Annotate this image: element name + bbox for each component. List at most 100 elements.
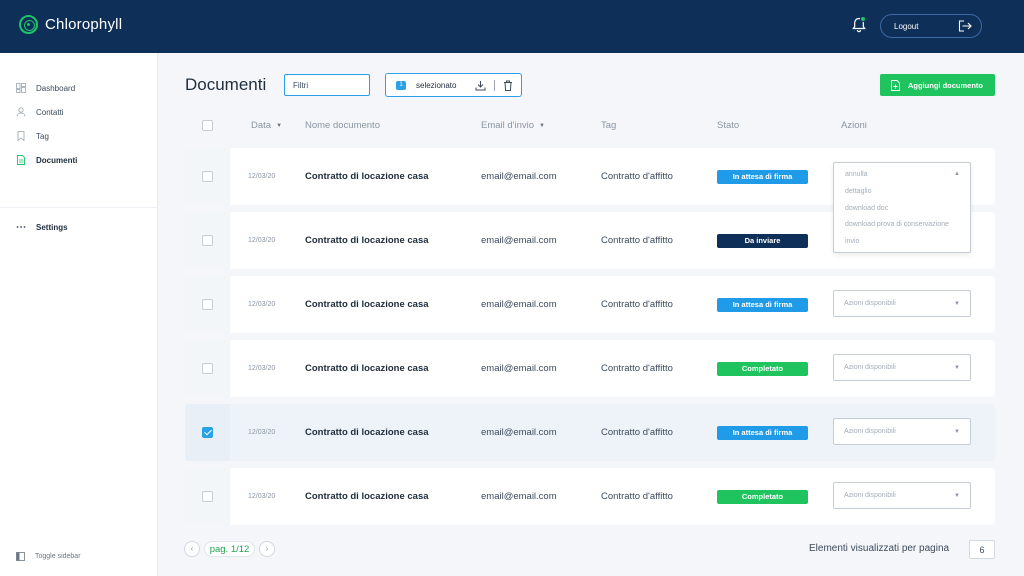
sidebar-item-documenti[interactable]: Documenti: [16, 153, 77, 167]
column-header-name: Nome documento: [305, 120, 380, 131]
row-tag: Contratto d'affitto: [601, 235, 673, 246]
table-row[interactable]: 12/03/20 Contratto di locazione casa email…: [185, 340, 995, 397]
row-email: email@email.com: [481, 235, 557, 246]
dropdown-item-download-doc[interactable]: download doc: [845, 205, 888, 212]
sidebar-item-contatti[interactable]: Contatti: [16, 105, 64, 119]
actions-select[interactable]: Azioni disponibili ▼: [833, 354, 971, 381]
sidebar-item-label: Dashboard: [36, 83, 76, 93]
row-checkbox[interactable]: [202, 427, 213, 438]
sidebar-item-tag[interactable]: Tag: [16, 129, 49, 143]
trash-icon[interactable]: [503, 80, 513, 91]
fingerprint-logo-icon: [19, 15, 38, 34]
row-date: 12/03/20: [248, 429, 276, 436]
selected-count-badge: 1: [396, 81, 406, 90]
filter-input[interactable]: [284, 74, 370, 96]
column-header-date[interactable]: Data ▼: [251, 120, 282, 131]
status-badge: In attesa di firma: [717, 170, 808, 184]
row-checkbox[interactable]: [202, 171, 213, 182]
sidebar-divider: [0, 207, 157, 208]
prev-page-button[interactable]: ‹: [184, 541, 200, 557]
sidebar-item-settings[interactable]: Settings: [16, 220, 68, 234]
dropdown-item-dettaglio[interactable]: dettaglio: [845, 188, 871, 195]
row-document-name[interactable]: Contratto di locazione casa: [305, 235, 429, 246]
row-date: 12/03/20: [248, 173, 276, 180]
sidebar: Dashboard Contatti Tag Documenti Setting…: [0, 53, 158, 576]
row-document-name[interactable]: Contratto di locazione casa: [305, 427, 429, 438]
table-row[interactable]: 12/03/20 Contratto di locazione casa email…: [185, 468, 995, 525]
dropdown-item-invio[interactable]: invio: [845, 238, 859, 245]
sidebar-item-label: Tag: [36, 131, 49, 141]
dropdown-item-download-proof[interactable]: download prova di conservazione: [845, 221, 949, 228]
table-row[interactable]: 12/03/20 Contratto di locazione casa email…: [185, 276, 995, 333]
row-checkbox[interactable]: [202, 235, 213, 246]
logout-button[interactable]: Logout: [880, 14, 982, 38]
column-header-label: Azioni: [841, 120, 867, 131]
actions-dropdown-menu: annulla ▲ dettaglio download doc downloa…: [833, 162, 971, 253]
sidebar-item-dashboard[interactable]: Dashboard: [16, 81, 75, 95]
status-badge: In attesa di firma: [717, 426, 808, 440]
pagination: ‹ pag. 1/12 ›: [184, 541, 275, 557]
document-icon: [17, 155, 25, 165]
row-checkbox[interactable]: [202, 299, 213, 310]
actions-select[interactable]: Azioni disponibili ▼: [833, 290, 971, 317]
row-date: 12/03/20: [248, 493, 276, 500]
notification-dot: [860, 16, 866, 22]
table-row[interactable]: 12/03/20 Contratto di locazione casa email…: [185, 404, 995, 461]
sort-down-icon: ▼: [539, 122, 545, 129]
chevron-down-icon: ▼: [954, 429, 960, 435]
row-date: 12/03/20: [248, 237, 276, 244]
row-document-name[interactable]: Contratto di locazione casa: [305, 171, 429, 182]
row-checkbox[interactable]: [202, 363, 213, 374]
toggle-sidebar-label: Toggle sidebar: [35, 553, 81, 560]
select-all-checkbox[interactable]: [202, 120, 213, 131]
next-page-button[interactable]: ›: [259, 541, 275, 557]
selection-toolbar: 1 selezionato: [385, 73, 522, 97]
row-tag: Contratto d'affitto: [601, 171, 673, 182]
per-page-input[interactable]: 6: [969, 540, 995, 559]
bookmark-icon: [17, 131, 25, 141]
column-header-status: Stato: [717, 120, 739, 131]
actions-select-label: Azioni disponibili: [844, 364, 896, 371]
column-header-label: Data: [251, 120, 272, 131]
column-header-email[interactable]: Email d'invio ▼: [481, 120, 545, 131]
row-checkbox[interactable]: [202, 491, 213, 502]
row-email: email@email.com: [481, 491, 557, 502]
dropdown-item-annulla[interactable]: annulla: [845, 171, 868, 178]
toggle-sidebar-button[interactable]: Toggle sidebar: [16, 552, 81, 561]
actions-select-label: Azioni disponibili: [844, 300, 896, 307]
row-document-name[interactable]: Contratto di locazione casa: [305, 491, 429, 502]
actions-select-label: Azioni disponibili: [844, 428, 896, 435]
chevron-down-icon: ▼: [954, 365, 960, 371]
column-header-label: Email d'invio: [481, 120, 535, 131]
row-tag: Contratto d'affitto: [601, 491, 673, 502]
actions-select-label: Azioni disponibili: [844, 492, 896, 499]
actions-select[interactable]: Azioni disponibili ▼: [833, 482, 971, 509]
per-page-label: Elementi visualizzati per pagina: [809, 543, 950, 554]
add-document-button[interactable]: Aggiungi documento: [880, 74, 995, 96]
top-bar: Chlorophyll Logout: [0, 0, 1024, 53]
sidebar-item-label: Contatti: [36, 107, 64, 117]
chevron-up-icon[interactable]: ▲: [954, 171, 960, 177]
chevron-down-icon: ▼: [954, 493, 960, 499]
download-icon[interactable]: [475, 80, 486, 91]
row-checkbox-cell: [185, 468, 230, 525]
row-email: email@email.com: [481, 363, 557, 374]
sidebar-toggle-icon: [16, 552, 25, 561]
column-header-label: Nome documento: [305, 120, 380, 131]
column-header-label: Stato: [717, 120, 740, 131]
more-dots-icon: [16, 226, 26, 228]
row-email: email@email.com: [481, 171, 557, 182]
sidebar-item-label: Settings: [36, 222, 68, 232]
brand[interactable]: Chlorophyll: [19, 15, 122, 34]
status-badge: Da inviare: [717, 234, 808, 248]
add-document-label: Aggiungi documento: [908, 80, 983, 90]
row-checkbox-cell: [185, 212, 230, 269]
status-badge: In attesa di firma: [717, 298, 808, 312]
status-badge: Completato: [717, 362, 808, 376]
row-document-name[interactable]: Contratto di locazione casa: [305, 363, 429, 374]
row-date: 12/03/20: [248, 365, 276, 372]
row-checkbox-cell: [185, 276, 230, 333]
actions-select[interactable]: Azioni disponibili ▼: [833, 418, 971, 445]
row-email: email@email.com: [481, 299, 557, 310]
row-document-name[interactable]: Contratto di locazione casa: [305, 299, 429, 310]
